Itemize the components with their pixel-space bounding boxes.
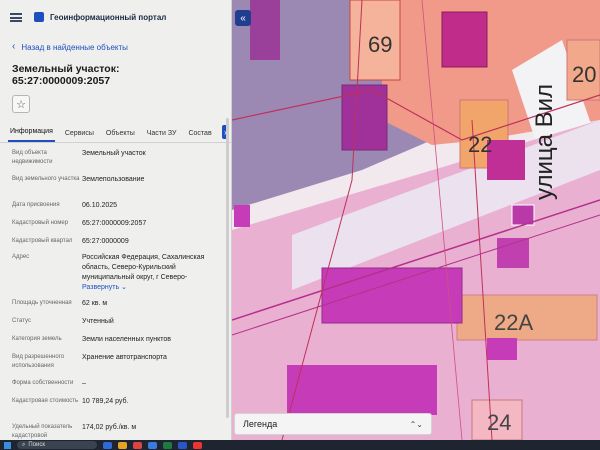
street-label: улица Вил xyxy=(531,84,558,200)
attr-value: 10 789,24 руб. xyxy=(82,398,129,405)
attr-row: Статус Учтенный xyxy=(12,317,219,335)
attr-value: Земли населенных пунктов xyxy=(82,336,172,343)
taskbar-app-icon[interactable] xyxy=(148,441,157,449)
building xyxy=(497,238,529,268)
attr-row: Кадастровая стоимость 10 789,24 руб. xyxy=(12,397,219,423)
building xyxy=(487,140,525,180)
attr-row: Вид разрешенного использования Хранение … xyxy=(12,353,219,379)
attributes-list: Вид объекта недвижимости Земельный участ… xyxy=(0,143,231,440)
top-bar: Геоинформационный портал xyxy=(0,0,231,34)
attr-value: – xyxy=(82,380,86,387)
taskbar-app-icon[interactable] xyxy=(133,441,142,449)
attr-row: Удельный показатель кадастровой 174,02 р… xyxy=(12,423,219,440)
attr-label: Категория земель xyxy=(12,336,62,342)
taskbar-search[interactable]: ⌕ Поиск xyxy=(17,441,97,449)
portal-logo-icon xyxy=(34,12,44,22)
expand-address-link[interactable]: Развернуть ⌄ xyxy=(82,283,219,293)
menu-icon[interactable] xyxy=(10,12,22,22)
expand-label: Развернуть xyxy=(82,284,120,291)
tab-parts[interactable]: Части ЗУ xyxy=(145,130,179,142)
attr-row: Вид земельного участка Землепользование xyxy=(12,175,219,201)
star-icon: ☆ xyxy=(16,98,26,111)
attr-value: 174,02 руб./кв. м xyxy=(82,424,137,431)
page-title: Земельный участок: 65:27:0000009:2057 xyxy=(12,63,120,87)
attr-row: Кадастровый номер 65:27:0000009:2057 xyxy=(12,219,219,237)
map-label-24: 24 xyxy=(487,410,511,435)
attr-value: 62 кв. м xyxy=(82,300,108,307)
attr-label: Кадастровая стоимость xyxy=(12,398,79,404)
attr-value: Хранение автотранспорта xyxy=(82,354,167,361)
tab-services[interactable]: Сервисы xyxy=(63,130,96,142)
attr-label: Площадь уточненная xyxy=(12,300,72,306)
attr-label: Адрес xyxy=(12,254,30,260)
collapse-panel-button[interactable]: « xyxy=(235,10,251,26)
legend-label: Легенда xyxy=(243,419,278,429)
attr-row: Кадастровый квартал 65:27:0000009 xyxy=(12,237,219,253)
os-taskbar: ⌕ Поиск xyxy=(0,440,600,450)
tab-info[interactable]: Информация xyxy=(8,128,55,142)
folder-icon[interactable] xyxy=(118,441,127,449)
map-label-22a: 22А xyxy=(494,310,533,335)
word-icon[interactable] xyxy=(178,441,187,449)
attr-label: Кадастровый номер xyxy=(12,220,69,226)
attr-row: Вид объекта недвижимости Земельный участ… xyxy=(12,149,219,175)
attr-label: Вид земельного участка xyxy=(12,176,80,182)
attr-row: Категория земель Земли населенных пункто… xyxy=(12,335,219,353)
building xyxy=(250,0,280,60)
attr-label: Вид объекта недвижимости xyxy=(12,150,53,165)
panel-scrollbar[interactable] xyxy=(226,118,229,418)
back-label: Назад в найденные объекты xyxy=(21,42,128,52)
attr-label: Вид разрешенного использования xyxy=(12,354,65,369)
chevron-down-icon: ⌄ xyxy=(121,284,127,291)
attr-value: Учтенный xyxy=(82,318,114,325)
object-info-panel: Геоинформационный портал ‹ Назад в найде… xyxy=(0,0,232,440)
chevron-left-icon: ‹ xyxy=(12,41,16,52)
attr-value: Земельный участок xyxy=(82,150,146,157)
portal-title: Геоинформационный портал xyxy=(50,12,167,22)
attr-row: Площадь уточненная 62 кв. м xyxy=(12,299,219,317)
legend-dropdown[interactable]: Легенда ⌃⌄ xyxy=(234,413,432,435)
map-label-20: 20 xyxy=(572,62,596,87)
address-value: Российская Федерация, Сахалинская област… xyxy=(82,254,205,281)
building xyxy=(321,267,463,324)
attr-value: Землепользование xyxy=(82,176,145,183)
tab-composition[interactable]: Состав xyxy=(186,130,213,142)
attr-label: Кадастровый квартал xyxy=(12,238,73,244)
windows-start-icon[interactable] xyxy=(4,441,11,449)
attr-value: 65:27:0000009:2057 xyxy=(82,220,147,227)
map-label-22: 22 xyxy=(468,132,492,157)
building xyxy=(441,11,488,68)
attr-label: Дата присвоения xyxy=(12,202,60,208)
search-icon: ⌕ xyxy=(22,441,26,448)
favorite-button[interactable]: ☆ xyxy=(12,95,30,113)
tab-objects[interactable]: Объекты xyxy=(104,130,137,142)
double-chevron-left-icon: « xyxy=(240,12,246,24)
tab-bar: Информация Сервисы Объекты Части ЗУ Сост… xyxy=(0,123,231,143)
attr-row-address: Адрес Российская Федерация, Сахалинская … xyxy=(12,253,219,299)
attr-value: 65:27:0000009 xyxy=(82,238,129,245)
attr-row: Дата присвоения 06.10.2025 xyxy=(12,201,219,219)
cadastral-map[interactable]: 69 22 20 22А 24 улица Вил « Легенда ⌃⌄ xyxy=(232,0,600,440)
taskbar-app-icon[interactable] xyxy=(163,441,172,449)
search-label: Поиск xyxy=(28,442,46,448)
attr-label: Статус xyxy=(12,318,31,324)
attr-value: 06.10.2025 xyxy=(82,202,118,209)
building xyxy=(287,365,437,415)
attr-row: Форма собственности – xyxy=(12,379,219,397)
map-label-69: 69 xyxy=(368,32,392,57)
attr-label: Форма собственности xyxy=(12,380,74,386)
map-canvas[interactable]: 69 22 20 22А 24 улица Вил xyxy=(232,0,600,440)
expand-collapse-icon: ⌃⌄ xyxy=(409,419,423,429)
building xyxy=(234,205,250,227)
building xyxy=(487,338,517,360)
taskbar-app-icon[interactable] xyxy=(103,441,112,449)
attr-label: Удельный показатель кадастровой xyxy=(12,424,73,439)
back-to-results-link[interactable]: ‹ Назад в найденные объекты xyxy=(0,37,231,57)
browser-icon[interactable] xyxy=(193,441,202,449)
